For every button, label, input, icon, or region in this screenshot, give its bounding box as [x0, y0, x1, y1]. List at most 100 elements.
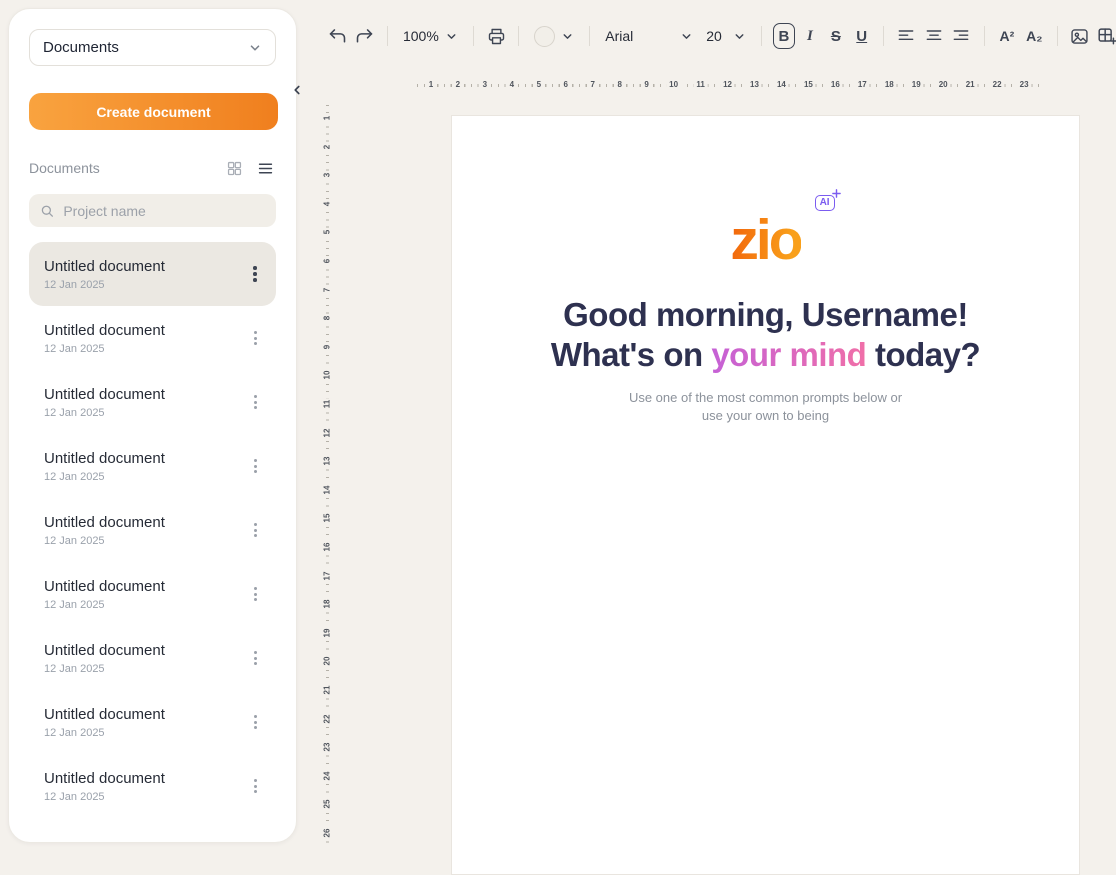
- kebab-icon: [254, 406, 257, 409]
- kebab-icon: [254, 523, 257, 526]
- list-view-icon: [257, 160, 274, 177]
- document-list-item[interactable]: Untitled document 12 Jan 2025: [29, 498, 276, 562]
- document-title: Untitled document: [44, 578, 240, 595]
- color-swatch-icon: [534, 26, 555, 47]
- toolbar-separator: [473, 26, 474, 46]
- document-menu-button[interactable]: [246, 391, 264, 413]
- greeting-subtitle: Use one of the most common prompts below…: [452, 389, 1079, 427]
- toolbar-separator: [589, 26, 590, 46]
- search-input[interactable]: [63, 203, 265, 219]
- subtitle-line1: Use one of the most common prompts below…: [629, 390, 902, 405]
- toolbar-separator: [387, 26, 388, 46]
- greeting-line2-prefix: What's on: [551, 336, 712, 373]
- collection-selector-label: Documents: [43, 39, 119, 56]
- subscript-button[interactable]: A₂: [1023, 23, 1045, 49]
- underline-button[interactable]: U: [851, 23, 872, 49]
- text-color-dropdown[interactable]: [530, 22, 578, 50]
- undo-icon: [327, 26, 348, 47]
- superscript-button[interactable]: A²: [996, 23, 1018, 49]
- toolbar-separator: [761, 26, 762, 46]
- bold-button[interactable]: B: [773, 23, 794, 49]
- document-title: Untitled document: [44, 386, 240, 403]
- document-list-item[interactable]: Untitled document 12 Jan 2025: [29, 370, 276, 434]
- font-size-dropdown[interactable]: 20: [702, 22, 750, 50]
- collection-selector[interactable]: Documents: [29, 29, 276, 66]
- toolbar: 100% Arial 20 B I S U A² A₂: [326, 16, 1116, 56]
- align-left-button[interactable]: [895, 22, 917, 50]
- print-icon: [486, 26, 507, 47]
- greeting-highlight: your mind: [711, 336, 866, 373]
- document-list-item[interactable]: Untitled document 12 Jan 2025: [29, 242, 276, 306]
- document-menu-button[interactable]: [246, 775, 264, 797]
- document-menu-button[interactable]: [246, 327, 264, 349]
- kebab-icon: [254, 401, 257, 404]
- document-menu-button[interactable]: [246, 711, 264, 733]
- kebab-icon: [254, 534, 257, 537]
- document-menu-button[interactable]: [246, 647, 264, 669]
- document-date: 12 Jan 2025: [44, 279, 240, 291]
- kebab-icon: [254, 598, 257, 601]
- zio-logo-text: zio: [730, 208, 800, 272]
- document-date: 12 Jan 2025: [44, 535, 240, 547]
- kebab-icon: [253, 266, 257, 270]
- document-list-item[interactable]: Untitled document 12 Jan 2025: [29, 306, 276, 370]
- insert-table-button[interactable]: [1096, 22, 1116, 50]
- chevron-down-icon: [445, 30, 458, 43]
- subtitle-line2: use your own to being: [702, 408, 829, 423]
- document-menu-button[interactable]: [246, 519, 264, 541]
- kebab-icon: [254, 459, 257, 462]
- document-menu-button[interactable]: [246, 455, 264, 477]
- align-right-button[interactable]: [950, 22, 972, 50]
- kebab-icon: [254, 790, 257, 793]
- kebab-icon: [254, 785, 257, 788]
- kebab-icon: [253, 278, 257, 282]
- document-menu-button[interactable]: [246, 583, 264, 605]
- italic-button[interactable]: I: [800, 23, 821, 49]
- document-date: 12 Jan 2025: [44, 791, 240, 803]
- undo-button[interactable]: [326, 22, 348, 50]
- insert-image-button[interactable]: [1069, 22, 1091, 50]
- align-center-icon: [924, 26, 944, 46]
- toolbar-separator: [883, 26, 884, 46]
- document-page[interactable]: zio AI Good morning, Username! What's on…: [451, 115, 1080, 875]
- zoom-value: 100%: [403, 28, 439, 44]
- table-add-icon: [1096, 25, 1116, 47]
- redo-button[interactable]: [353, 22, 375, 50]
- font-family-dropdown[interactable]: Arial: [601, 22, 697, 50]
- document-list-item[interactable]: Untitled document 12 Jan 2025: [29, 434, 276, 498]
- kebab-icon: [254, 395, 257, 398]
- grid-view-icon: [226, 160, 243, 177]
- sidebar-collapse-button[interactable]: [288, 80, 306, 100]
- print-button[interactable]: [485, 22, 507, 50]
- list-view-button[interactable]: [254, 157, 276, 179]
- view-toggles: [223, 157, 276, 179]
- document-title: Untitled document: [44, 642, 240, 659]
- create-document-button[interactable]: Create document: [29, 93, 278, 130]
- strikethrough-button[interactable]: S: [825, 23, 846, 49]
- sparkle-plus-icon: [832, 189, 841, 198]
- document-list-item[interactable]: Untitled document 12 Jan 2025: [29, 562, 276, 626]
- horizontal-ruler: 1234567891011121314151617181920212223: [417, 79, 1039, 91]
- document-menu-button[interactable]: [246, 263, 264, 285]
- document-date: 12 Jan 2025: [44, 471, 240, 483]
- kebab-icon: [253, 272, 257, 276]
- document-list-item[interactable]: Untitled document 12 Jan 2025: [29, 754, 276, 818]
- kebab-icon: [254, 726, 257, 729]
- document-date: 12 Jan 2025: [44, 343, 240, 355]
- document-date: 12 Jan 2025: [44, 727, 240, 739]
- grid-view-button[interactable]: [223, 157, 245, 179]
- chevron-down-icon: [733, 30, 746, 43]
- kebab-icon: [254, 587, 257, 590]
- document-list-item[interactable]: Untitled document 12 Jan 2025: [29, 690, 276, 754]
- search-box[interactable]: [29, 194, 276, 227]
- document-title: Untitled document: [44, 450, 240, 467]
- ai-badge-icon: AI: [815, 195, 835, 211]
- kebab-icon: [254, 715, 257, 718]
- document-content: zio AI Good morning, Username! What's on…: [452, 116, 1079, 426]
- kebab-icon: [254, 470, 257, 473]
- chevron-down-icon: [680, 30, 693, 43]
- chevron-left-icon: [290, 83, 304, 97]
- zoom-dropdown[interactable]: 100%: [399, 22, 462, 50]
- document-list-item[interactable]: Untitled document 12 Jan 2025: [29, 626, 276, 690]
- align-center-button[interactable]: [923, 22, 945, 50]
